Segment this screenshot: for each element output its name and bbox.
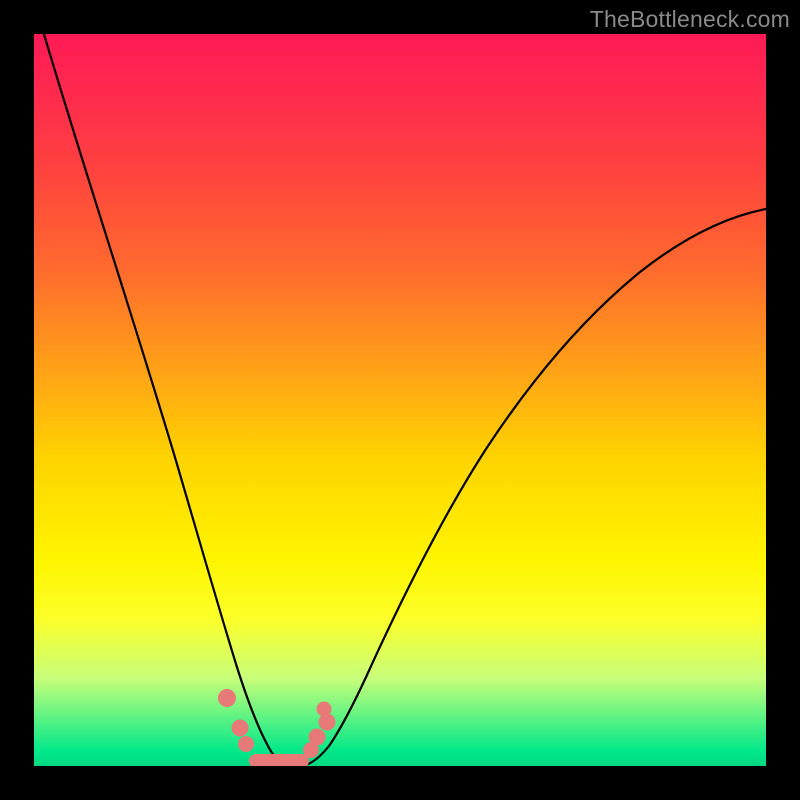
valley-marker bbox=[232, 720, 249, 737]
plot-area bbox=[34, 34, 766, 766]
valley-floor bbox=[249, 754, 309, 766]
valley-marker bbox=[309, 729, 326, 746]
valley-marker bbox=[218, 689, 236, 707]
chart-frame: TheBottleneck.com bbox=[0, 0, 800, 800]
bottleneck-curve bbox=[34, 34, 766, 766]
valley-marker bbox=[238, 736, 254, 752]
valley-marker bbox=[317, 702, 332, 717]
watermark-text: TheBottleneck.com bbox=[590, 6, 790, 33]
